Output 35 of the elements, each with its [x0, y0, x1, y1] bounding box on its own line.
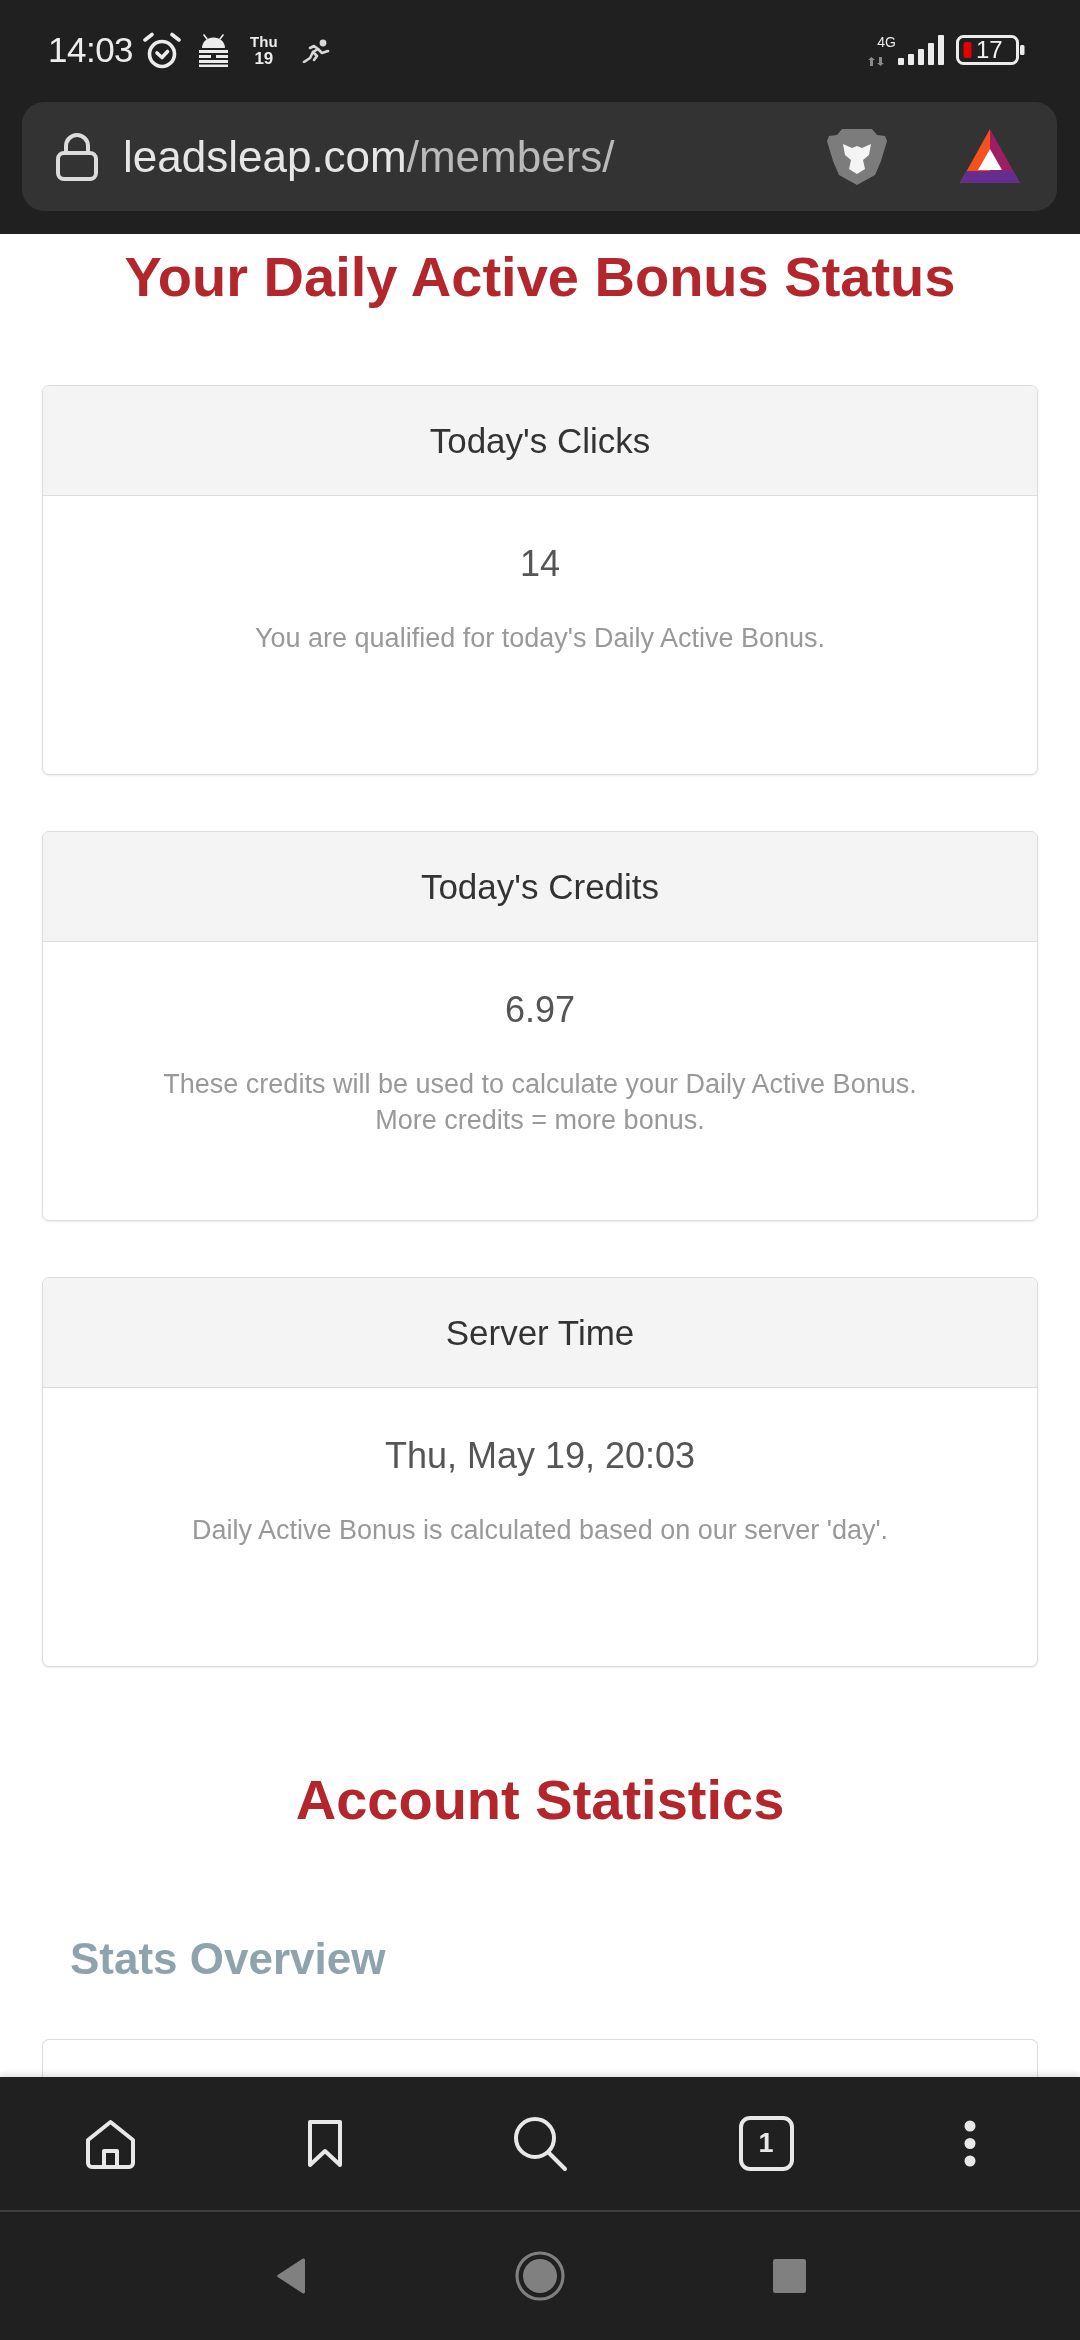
card-title: Today's Credits: [420, 866, 660, 907]
card-description: Daily Active Bonus is calculated based on our server 'day'.: [191, 1514, 889, 1547]
triangle-icon[interactable]: [958, 127, 1022, 186]
card-description: You are qualified for today's Daily Active Bonus.: [255, 622, 825, 655]
bookmark-icon[interactable]: [306, 2119, 343, 2168]
more-options-icon[interactable]: [964, 2120, 976, 2167]
signal-bars-icon: [898, 35, 944, 65]
day-number-text: 19: [254, 49, 274, 67]
card-title: Server Time: [445, 1312, 635, 1353]
address-bar[interactable]: leadsleap.com/members/: [22, 102, 1057, 211]
data-arrows-icon: [868, 56, 886, 66]
battery-percent-text: 17: [976, 37, 1003, 63]
card-description: These credits will be used to calculate your Daily Active Bonus. More credits = more bonus.: [163, 1068, 917, 1137]
alarm-clock-icon: [142, 31, 183, 69]
card-value: Thu, May 19, 20:03: [384, 1434, 696, 1478]
tab-switcher-button[interactable]: 1: [738, 2116, 794, 2171]
network-type-text: 4G: [877, 34, 896, 49]
subsection-heading: Stats Overview: [70, 1933, 386, 1985]
search-icon[interactable]: [513, 2115, 568, 2172]
section-heading: Account Statistics: [295, 1767, 785, 1833]
back-icon[interactable]: [274, 2257, 307, 2295]
card-value: 14: [519, 542, 560, 586]
card-title: Today's Clicks: [429, 420, 651, 461]
url-domain-text: leadsleap.com: [123, 131, 407, 182]
page-heading: Your Daily Active Bonus Status: [124, 244, 956, 310]
weekday-text: Thu: [250, 33, 278, 50]
card-value: 6.97: [504, 988, 576, 1032]
clock-time: 14:03: [48, 30, 134, 70]
url-path-text: /members/: [406, 131, 615, 182]
lock-icon: [56, 132, 98, 181]
lion-shield-icon[interactable]: [826, 126, 888, 187]
android-safe-icon: [198, 33, 230, 67]
battery-icon: [956, 35, 1026, 65]
recents-icon[interactable]: [772, 2259, 806, 2293]
runner-icon: [301, 37, 331, 63]
